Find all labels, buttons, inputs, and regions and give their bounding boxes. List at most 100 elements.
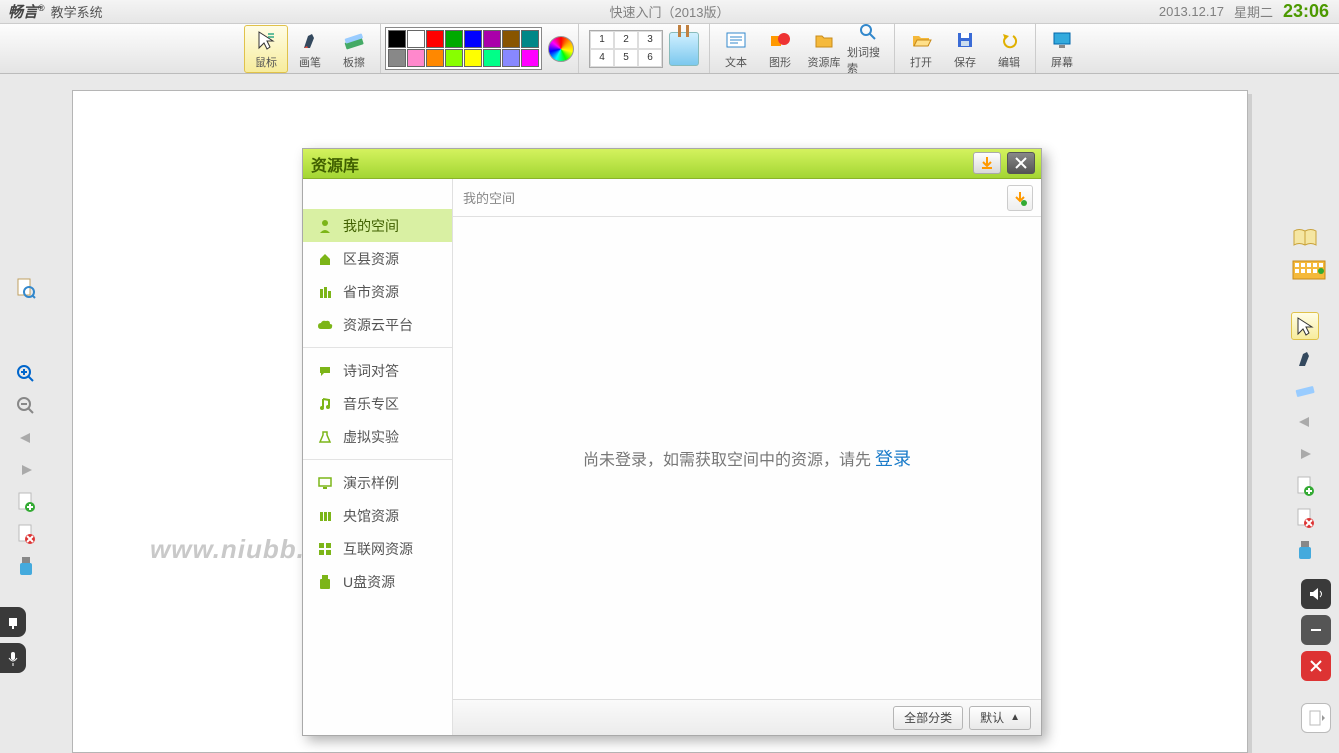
monitor-icon xyxy=(317,475,333,491)
nav-my-space[interactable]: 我的空间 xyxy=(303,209,452,242)
nav-district[interactable]: 区县资源 xyxy=(303,242,452,275)
doc-preview-button[interactable] xyxy=(12,274,40,302)
content-main: 尚未登录，如需获取空间中的资源，请先 登录 xyxy=(453,217,1041,699)
keyboard-button[interactable] xyxy=(1291,256,1327,284)
nav-internet[interactable]: 互联网资源 xyxy=(303,532,452,565)
color-palette[interactable] xyxy=(385,27,542,70)
text-tool[interactable]: 文本 xyxy=(714,25,758,73)
close-button[interactable] xyxy=(1301,651,1331,681)
grid-icon xyxy=(317,541,333,557)
book-button[interactable] xyxy=(1291,224,1319,252)
thick-2[interactable]: 2 xyxy=(623,34,629,45)
thick-5[interactable]: 5 xyxy=(623,52,629,63)
prev-page-button[interactable] xyxy=(12,424,40,452)
nav-virtual-label: 虚拟实验 xyxy=(343,427,399,447)
cloud-icon xyxy=(317,317,333,333)
eraser-tool[interactable]: 板擦 xyxy=(332,25,376,73)
default-button[interactable]: 默认 ▲ xyxy=(969,706,1031,730)
open-icon xyxy=(909,28,933,52)
pointer-button[interactable] xyxy=(1291,312,1319,340)
prev-page-button-r[interactable] xyxy=(1291,408,1319,436)
nav-usb-label: U盘资源 xyxy=(343,572,395,592)
add-page-button[interactable] xyxy=(12,488,40,516)
dialog-titlebar[interactable]: 资源库 xyxy=(303,149,1041,179)
login-prompt: 尚未登录，如需获取空间中的资源，请先 xyxy=(583,446,871,470)
content-download-button[interactable] xyxy=(1007,185,1033,211)
dialog-content: 我的空间 尚未登录，如需获取空间中的资源，请先 登录 全部分类 默认 ▲ xyxy=(453,179,1041,735)
date-text: 2013.12.17 xyxy=(1159,4,1224,19)
eraser-button[interactable] xyxy=(1291,376,1319,404)
minimize-button[interactable] xyxy=(1301,615,1331,645)
audio-button[interactable] xyxy=(1301,579,1331,609)
dialog-download-button[interactable] xyxy=(973,152,1001,174)
nav-demo[interactable]: 演示样例 xyxy=(303,466,452,499)
nav-music[interactable]: 音乐专区 xyxy=(303,387,452,420)
login-link[interactable]: 登录 xyxy=(875,445,911,471)
home-icon xyxy=(317,251,333,267)
dict-tool[interactable]: 划词搜索 xyxy=(846,25,890,73)
edit-tool[interactable]: 编辑 xyxy=(987,25,1031,73)
thick-1[interactable]: 1 xyxy=(599,34,605,45)
nav-virtual[interactable]: 虚拟实验 xyxy=(303,420,452,453)
eraser-label: 板擦 xyxy=(343,54,365,70)
add-page-button-r[interactable] xyxy=(1291,472,1319,500)
open-tool[interactable]: 打开 xyxy=(899,25,943,73)
zoom-in-button[interactable] xyxy=(12,360,40,388)
tool-group-insert: 文本 图形 资源库 划词搜索 xyxy=(710,24,895,73)
next-page-button[interactable] xyxy=(12,456,40,484)
breadcrumb: 我的空间 xyxy=(463,188,515,207)
color-wheel[interactable] xyxy=(548,36,574,62)
nav-district-label: 区县资源 xyxy=(343,249,399,269)
mic-button[interactable] xyxy=(0,643,26,673)
thick-4[interactable]: 4 xyxy=(599,52,605,63)
content-header: 我的空间 xyxy=(453,179,1041,217)
next-page-button-r[interactable] xyxy=(1291,440,1319,468)
zoom-out-button[interactable] xyxy=(12,392,40,420)
nav-poetry-label: 诗词对答 xyxy=(343,361,399,381)
delete-page-button-r[interactable] xyxy=(1291,504,1319,532)
resource-nav: 我的空间 区县资源 省市资源 资源云平台 诗词对答 xyxy=(303,179,453,735)
nav-cloud[interactable]: 资源云平台 xyxy=(303,308,452,341)
nav-national[interactable]: 央馆资源 xyxy=(303,499,452,532)
nav-usb[interactable]: U盘资源 xyxy=(303,565,452,598)
eraser-icon xyxy=(342,28,366,52)
all-categories-button[interactable]: 全部分类 xyxy=(893,706,963,730)
tool-group-thickness: 1 2 3 4 5 6 xyxy=(579,24,710,73)
document-title: 快速入门（2013版） xyxy=(0,2,1339,21)
resource-tool[interactable]: 资源库 xyxy=(802,25,846,73)
cursor-icon xyxy=(254,28,278,52)
dialog-body: 我的空间 区县资源 省市资源 资源云平台 诗词对答 xyxy=(303,179,1041,735)
pen-button[interactable] xyxy=(1291,344,1319,372)
thick-6[interactable]: 6 xyxy=(647,52,653,63)
chevron-up-icon: ▲ xyxy=(1010,712,1020,723)
dialog-close-button[interactable] xyxy=(1007,152,1035,174)
mouse-tool[interactable]: 鼠标 xyxy=(244,25,288,73)
pen-tool[interactable]: 画笔 xyxy=(288,25,332,73)
shape-tool[interactable]: 图形 xyxy=(758,25,802,73)
nav-province-label: 省市资源 xyxy=(343,282,399,302)
nav-my-space-label: 我的空间 xyxy=(343,216,399,236)
building-icon xyxy=(317,284,333,300)
hand-button[interactable] xyxy=(0,607,26,637)
brush-cup-icon[interactable] xyxy=(669,32,699,66)
screen-tool[interactable]: 屏幕 xyxy=(1040,25,1084,73)
save-tool[interactable]: 保存 xyxy=(943,25,987,73)
usb-button[interactable] xyxy=(12,552,40,580)
app-system: 教学系统 xyxy=(51,2,103,21)
weekday-text: 星期二 xyxy=(1234,2,1273,21)
chat-icon xyxy=(317,363,333,379)
nav-poetry[interactable]: 诗词对答 xyxy=(303,354,452,387)
page-nav-button[interactable] xyxy=(1301,703,1331,733)
usb-icon xyxy=(317,574,333,590)
tool-group-screen: 屏幕 xyxy=(1036,24,1088,73)
delete-page-button[interactable] xyxy=(12,520,40,548)
thickness-grid[interactable]: 1 2 3 4 5 6 xyxy=(589,30,663,68)
nav-province[interactable]: 省市资源 xyxy=(303,275,452,308)
usb-button-r[interactable] xyxy=(1291,536,1319,564)
workspace: www.niubb.net xyxy=(0,74,1339,753)
thick-3[interactable]: 3 xyxy=(647,34,653,45)
right-sidebar-system xyxy=(1301,579,1331,733)
pen-icon xyxy=(298,28,322,52)
content-footer: 全部分类 默认 ▲ xyxy=(453,699,1041,735)
default-label: 默认 xyxy=(980,709,1004,726)
